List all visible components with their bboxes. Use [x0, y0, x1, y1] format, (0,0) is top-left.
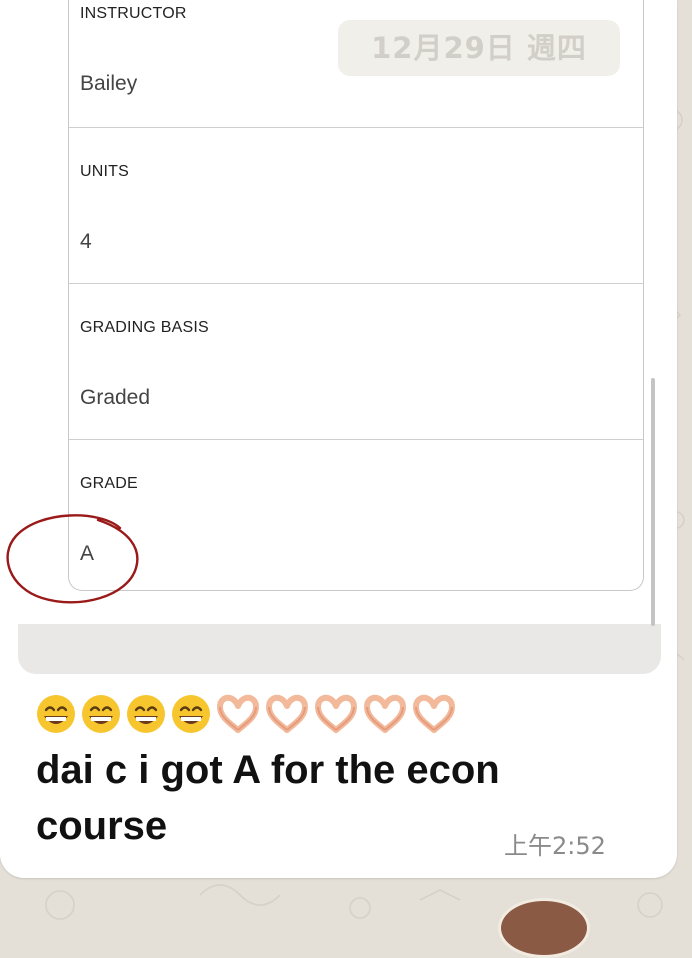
emoji-line	[36, 690, 456, 738]
transcript-card: INSTRUCTOR Bailey UNITS 4 GRADING BASIS …	[68, 0, 644, 591]
date-divider: 12月29日 週四	[338, 20, 620, 76]
grinning-face-with-smiling-eyes-icon	[127, 695, 165, 733]
message-text: dai c i got A for the econ course	[36, 748, 500, 848]
message-timestamp: 上午2:52	[504, 832, 606, 860]
row-value: A	[80, 542, 95, 565]
row-label: UNITS	[80, 163, 129, 180]
row-label: INSTRUCTOR	[80, 5, 187, 22]
heart-hands-icon	[364, 694, 406, 733]
transcript-row-grade: GRADE A	[69, 440, 643, 590]
row-label: GRADE	[80, 475, 138, 492]
message-bubble[interactable]: INSTRUCTOR Bailey UNITS 4 GRADING BASIS …	[0, 0, 677, 878]
avatar[interactable]	[498, 898, 590, 958]
transcript-row-grading-basis: GRADING BASIS Graded	[69, 284, 643, 440]
row-value: Graded	[80, 386, 151, 409]
transcript-row-units: UNITS 4	[69, 128, 643, 284]
grinning-face-with-smiling-eyes-icon	[37, 695, 75, 733]
row-value: 4	[80, 230, 92, 253]
heart-hands-icon	[217, 694, 259, 733]
grinning-face-with-smiling-eyes-icon	[172, 695, 210, 733]
heart-hands-icon	[413, 694, 455, 733]
row-value: Bailey	[80, 72, 138, 95]
heart-hands-icon	[266, 694, 308, 733]
row-label: GRADING BASIS	[80, 319, 209, 336]
preview-scrollbar[interactable]	[651, 378, 655, 626]
grinning-face-with-smiling-eyes-icon	[82, 695, 120, 733]
heart-hands-icon	[315, 694, 357, 733]
attachment-screenshot: INSTRUCTOR Bailey UNITS 4 GRADING BASIS …	[18, 0, 661, 624]
